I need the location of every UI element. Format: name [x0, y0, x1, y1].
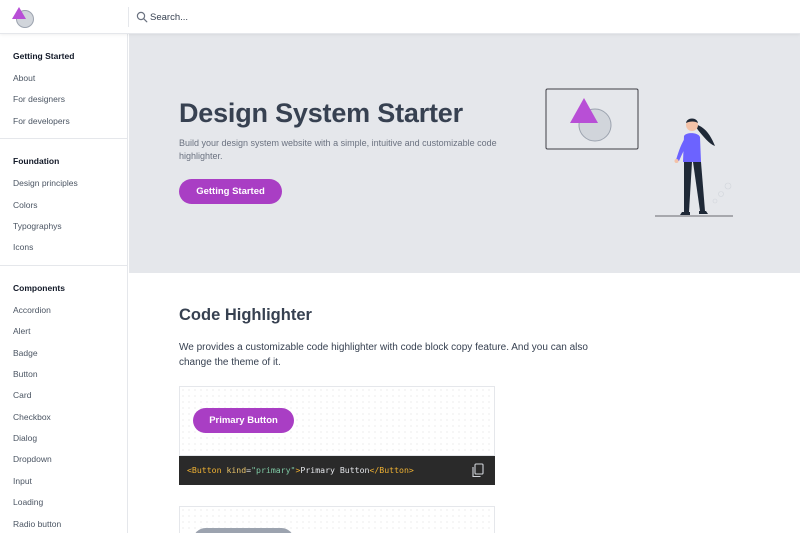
getting-started-button[interactable]: Getting Started [179, 179, 282, 204]
component-preview: Primary Button [179, 386, 495, 456]
sidebar-item-badge[interactable]: Badge [0, 343, 127, 364]
sidebar-item-for-designers[interactable]: For designers [0, 89, 127, 110]
sidebar-heading-getting-started: Getting Started [13, 51, 75, 61]
sidebar-item-loading[interactable]: Loading [0, 492, 127, 513]
code-line: <Button kind="primary">Primary Button</B… [187, 465, 414, 475]
hero-title: Design System Starter [179, 98, 463, 128]
illustration-dot [724, 182, 732, 190]
code-close-tag: </Button [369, 465, 409, 475]
sidebar-group-components: Components Accordion Alert Badge Button … [0, 266, 127, 533]
section-title: Code Highlighter [179, 306, 312, 324]
sidebar-item-for-developers[interactable]: For developers [0, 111, 127, 132]
sidebar-item-about[interactable]: About [0, 68, 127, 89]
search-icon [136, 11, 148, 23]
code-attr-value: "primary" [251, 465, 296, 475]
code-block: <Button kind="primary">Primary Button</B… [179, 456, 495, 485]
sidebar-item-design-principles[interactable]: Design principles [0, 173, 127, 194]
main-content: Code Highlighter We provides a customiza… [129, 273, 800, 533]
code-text: Primary Button [300, 465, 370, 475]
code-attr-name: kind [226, 465, 247, 475]
logo-icon[interactable] [10, 5, 36, 29]
secondary-button[interactable] [193, 528, 294, 533]
illustration-dot [712, 198, 718, 204]
sidebar-heading-components: Components [13, 282, 65, 293]
sidebar-item-button[interactable]: Button [0, 364, 127, 385]
illustration-dot [718, 191, 724, 197]
sidebar-item-icons[interactable]: Icons [0, 237, 127, 258]
sidebar-group-getting-started: Getting Started About For designers For … [0, 34, 127, 140]
code-close-tag-end: > [408, 465, 414, 475]
section-description: We provides a customizable code highligh… [179, 342, 588, 368]
sidebar-item-radio-button[interactable]: Radio button [0, 514, 127, 533]
sidebar-item-colors[interactable]: Colors [0, 195, 127, 216]
sidebar-item-alert[interactable]: Alert [0, 321, 127, 342]
sidebar-item-checkbox[interactable]: Checkbox [0, 407, 127, 428]
sidebar-item-typographys[interactable]: Typographys [0, 216, 127, 237]
component-preview-2 [179, 506, 495, 533]
sidebar-item-dropdown[interactable]: Dropdown [0, 449, 127, 470]
header-divider [128, 7, 129, 27]
hero-illustration [545, 88, 733, 217]
sidebar-heading-foundation: Foundation [13, 156, 60, 167]
code-open-tag: <Button [187, 465, 222, 475]
sidebar-item-dialog[interactable]: Dialog [0, 428, 127, 449]
copy-icon[interactable] [471, 463, 485, 478]
sidebar-group-foundation: Foundation Design principles Colors Typo… [0, 139, 127, 266]
hero-description: Build your design system website with a … [179, 138, 497, 161]
search-input[interactable] [150, 8, 550, 26]
sidebar-item-card[interactable]: Card [0, 385, 127, 406]
sidebar: Getting Started About For designers For … [0, 34, 128, 533]
sidebar-item-input[interactable]: Input [0, 471, 127, 492]
primary-button[interactable]: Primary Button [193, 408, 294, 433]
top-bar [0, 0, 800, 34]
illustration-person [674, 118, 715, 215]
sidebar-item-accordion[interactable]: Accordion [0, 300, 127, 321]
hero-banner: Design System Starter Build your design … [129, 34, 800, 273]
